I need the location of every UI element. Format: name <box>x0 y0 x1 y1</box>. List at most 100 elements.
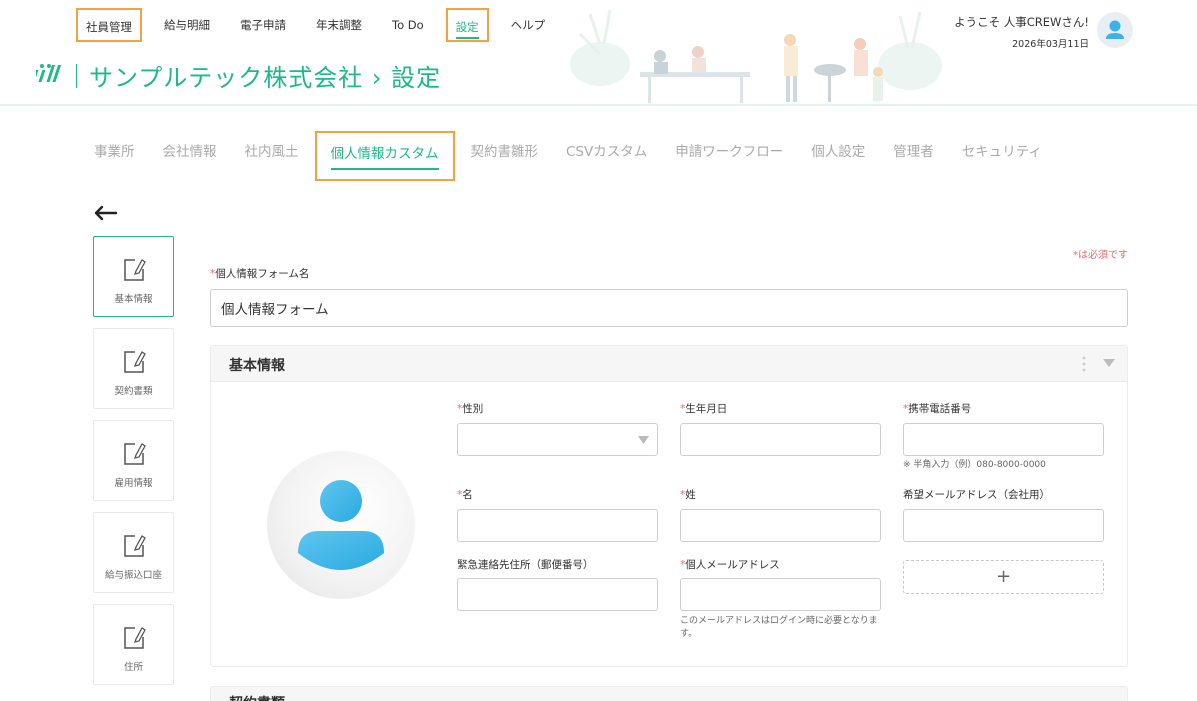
nav-year-end-adjustment[interactable]: 年末調整 <box>308 8 370 42</box>
form-name-input[interactable] <box>210 289 1128 327</box>
birthdate-label-text: 生年月日 <box>685 403 728 415</box>
first-name-label: *名 <box>457 487 473 502</box>
tab-label: 申請ワークフロー <box>675 144 784 160</box>
section-nav-label: 住所 <box>123 662 143 673</box>
emergency-address-label: 緊急連絡先住所（郵便番号） <box>457 559 594 571</box>
user-avatar[interactable] <box>1097 12 1133 48</box>
nav-payslip[interactable]: 給与明細 <box>156 8 218 42</box>
contract-docs-section: 契約書類 <box>210 686 1128 701</box>
tab-security[interactable]: セキュリティ <box>950 131 1054 181</box>
required-note: *は必須です <box>1073 250 1128 261</box>
tab-personal-settings[interactable]: 個人設定 <box>799 131 877 181</box>
personal-email-hint: このメールアドレスはログイン時に必要となります。 <box>680 616 878 639</box>
app-header: 社員管理 給与明細 電子申請 年末調整 To Do 設定 ヘルプ サンプルテック… <box>0 0 1197 106</box>
user-avatar-icon <box>298 480 384 570</box>
nav-todo[interactable]: To Do <box>384 8 432 42</box>
edit-note-icon <box>123 535 146 557</box>
basic-info-section: 基本情報 *性別 *生年月日 *携帯電話番号 ※ 半角入力（例）080-8000… <box>210 345 1128 667</box>
tab-personal-info-custom[interactable]: 個人情報カスタム <box>314 131 455 181</box>
last-name-label: *姓 <box>680 487 696 502</box>
current-date: 2026年03月11日 <box>1012 39 1089 50</box>
settings-tabs: 事業所 会社情報 社内風土 個人情報カスタム 契約書雛形 CSVカスタム 申請ワ… <box>82 131 1058 181</box>
section-nav-bank-account[interactable]: 給与振込口座 <box>93 512 174 593</box>
chevron-down-icon <box>638 436 649 444</box>
welcome-text: ようこそ 人事CREWさん! <box>954 15 1089 29</box>
mobile-label-text: 携帯電話番号 <box>908 403 972 415</box>
page-title: サンプルテック株式会社 › 設定 <box>89 64 442 92</box>
last-name-label-text: 姓 <box>685 489 696 501</box>
nav-label: ヘルプ <box>510 18 546 32</box>
desired-email-input[interactable] <box>903 509 1104 542</box>
section-nav-label: 基本情報 <box>114 294 153 305</box>
welcome-block: ようこそ 人事CREWさん! 2026年03月11日 <box>954 14 1089 50</box>
gender-label-text: 性別 <box>462 403 484 415</box>
nav-settings[interactable]: 設定 <box>445 8 489 42</box>
last-name-input[interactable] <box>680 509 881 542</box>
mobile-input[interactable] <box>903 423 1104 456</box>
header-illustration <box>570 9 942 103</box>
tab-label: 事業所 <box>94 144 135 160</box>
edit-note-icon <box>123 351 146 373</box>
section-title: 契約書類 <box>229 693 285 701</box>
mobile-hint: ※ 半角入力（例）080-8000-0000 <box>903 460 1046 470</box>
edit-note-icon <box>123 259 146 281</box>
profile-photo-placeholder[interactable] <box>267 451 415 599</box>
nav-label: 設定 <box>455 20 479 39</box>
chevron-down-icon[interactable] <box>1103 358 1115 368</box>
top-navigation: 社員管理 給与明細 電子申請 年末調整 To Do 設定 ヘルプ <box>76 8 567 42</box>
edit-note-icon <box>123 627 146 649</box>
tab-label: 契約書雛形 <box>470 144 539 160</box>
form-name-label-text: 個人情報フォーム名 <box>215 268 310 280</box>
section-nav-basic-info[interactable]: 基本情報 <box>93 236 174 317</box>
tab-contract-templates[interactable]: 契約書雛形 <box>459 131 551 181</box>
logo-mark-icon <box>31 63 62 82</box>
tab-label: セキュリティ <box>961 144 1042 160</box>
tab-label: 管理者 <box>893 144 934 160</box>
form-name-label: *個人情報フォーム名 <box>210 266 309 281</box>
mobile-label: *携帯電話番号 <box>903 401 971 416</box>
nav-label: 電子申請 <box>240 18 286 32</box>
tab-label: 会社情報 <box>162 144 217 160</box>
section-nav-label: 契約書類 <box>114 386 153 397</box>
tab-administrators[interactable]: 管理者 <box>881 131 946 181</box>
edit-note-icon <box>123 443 146 465</box>
user-avatar-icon <box>1106 20 1124 39</box>
tab-company-culture[interactable]: 社内風土 <box>233 131 311 181</box>
personal-email-input[interactable] <box>680 578 881 611</box>
desired-email-label: 希望メールアドレス（会社用） <box>903 489 1050 501</box>
section-header: 基本情報 <box>211 346 1127 382</box>
add-field-button[interactable]: + <box>903 560 1104 594</box>
emergency-address-input[interactable] <box>457 578 658 611</box>
nav-label: To Do <box>392 18 424 32</box>
tab-label: CSVカスタム <box>566 144 648 160</box>
tab-application-workflow[interactable]: 申請ワークフロー <box>663 131 795 181</box>
back-arrow-icon[interactable] <box>92 200 118 226</box>
nav-label: 給与明細 <box>164 18 210 32</box>
nav-label: 年末調整 <box>316 18 362 32</box>
company-logo <box>31 62 66 90</box>
form-section-nav: 基本情報 契約書類 雇用情報 給与振込口座 住所 <box>93 236 174 696</box>
birthdate-label: *生年月日 <box>680 401 727 416</box>
nav-label: 社員管理 <box>86 20 132 34</box>
kebab-menu-icon[interactable] <box>1081 355 1087 373</box>
nav-e-application[interactable]: 電子申請 <box>232 8 294 42</box>
section-nav-contract-docs[interactable]: 契約書類 <box>93 328 174 409</box>
birthdate-input[interactable] <box>680 423 881 456</box>
brand-separator <box>76 63 77 88</box>
personal-email-label: *個人メールアドレス <box>680 557 780 572</box>
nav-employee-management[interactable]: 社員管理 <box>76 8 142 42</box>
tab-label: 個人設定 <box>811 144 866 160</box>
section-title: 基本情報 <box>229 358 285 374</box>
first-name-label-text: 名 <box>462 489 473 501</box>
section-nav-label: 給与振込口座 <box>104 570 162 581</box>
tab-csv-custom[interactable]: CSVカスタム <box>554 131 659 181</box>
tab-offices[interactable]: 事業所 <box>82 131 147 181</box>
gender-label: *性別 <box>457 401 483 416</box>
tab-company-info[interactable]: 会社情報 <box>151 131 229 181</box>
nav-help[interactable]: ヘルプ <box>503 8 554 42</box>
first-name-input[interactable] <box>457 509 658 542</box>
section-nav-employment-info[interactable]: 雇用情報 <box>93 420 174 501</box>
gender-select[interactable] <box>457 423 658 456</box>
section-nav-address[interactable]: 住所 <box>93 604 174 685</box>
personal-email-label-text: 個人メールアドレス <box>685 559 780 571</box>
